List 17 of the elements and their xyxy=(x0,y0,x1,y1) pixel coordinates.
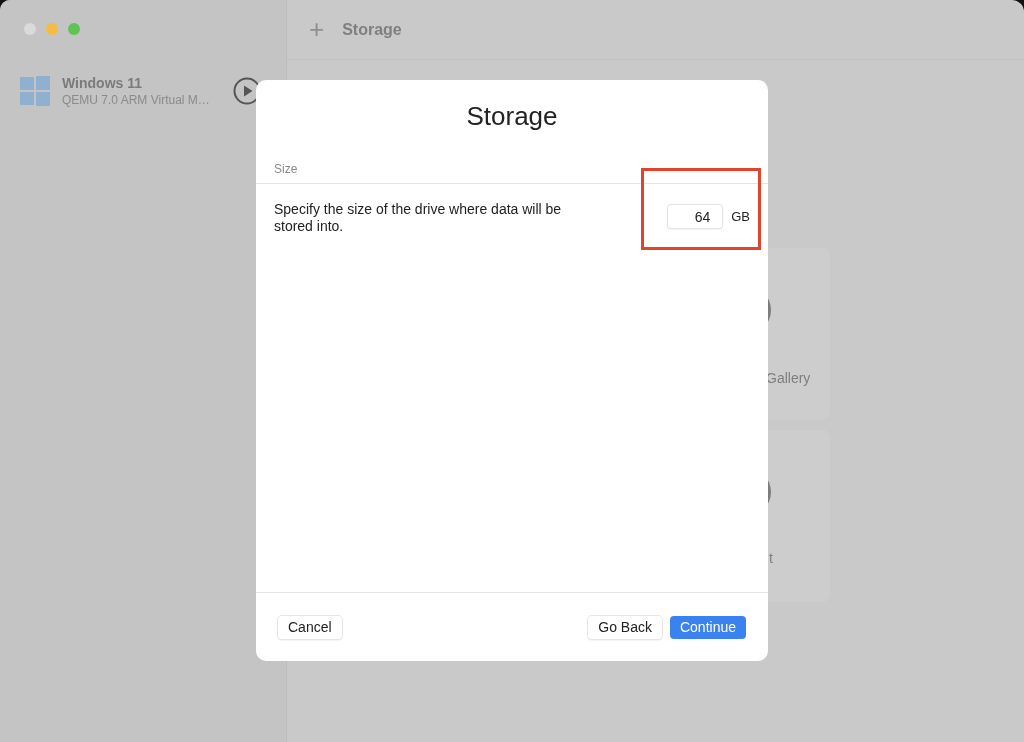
vm-name: Windows 11 xyxy=(62,75,143,91)
unit-label: GB xyxy=(731,208,750,226)
section-header: Size xyxy=(256,153,768,184)
windows-logo-icon xyxy=(20,76,50,106)
window-button[interactable] xyxy=(68,23,80,35)
play-icon[interactable] xyxy=(233,77,261,105)
window-button[interactable] xyxy=(46,23,58,35)
dialog-title: Storage xyxy=(465,100,559,133)
vm-description: QEMU 7.0 ARM Virtual M… xyxy=(62,93,211,107)
card-label: t xyxy=(769,550,773,566)
toolbar-title: Storage xyxy=(342,20,402,39)
dialog-button[interactable]: Go Back xyxy=(588,615,662,639)
card-label: Gallery xyxy=(766,370,811,386)
dialog-button[interactable]: Cancel xyxy=(278,615,342,639)
size-description: Specify the size of the drive where data will be stored into. xyxy=(274,201,563,236)
size-field[interactable]: 64 xyxy=(668,205,723,228)
dialog-button[interactable]: Continue xyxy=(669,615,746,639)
